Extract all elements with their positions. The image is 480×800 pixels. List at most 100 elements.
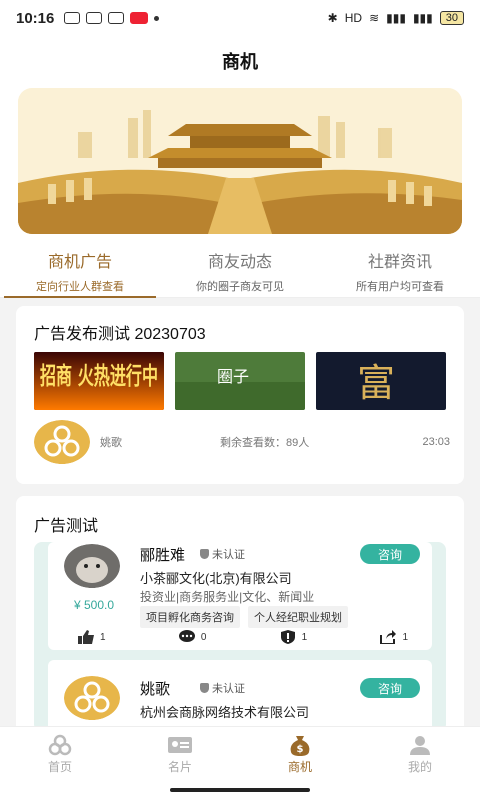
app-notification-icon [130,12,149,24]
page-content: 商机广告 定向行业人群查看 商友动态 你的圈子商友可见 社群资讯 所有用户均可查… [0,86,480,726]
verification-status: 未认证 [200,546,245,562]
status-time: 10:16 [16,9,55,27]
zhaoshang-image: 招商 火热进行中 [34,352,164,410]
company-name: 小茶郦文化(北京)有限公司 [140,571,292,586]
tab-business-ads[interactable]: 商机广告 定向行业人群查看 [0,244,160,298]
service-tag: 项目孵化商务咨询 [140,606,240,628]
like-count: 1 [100,631,106,643]
like-button[interactable]: 1 [78,630,106,644]
nav-label: 名片 [167,760,192,774]
nav-label: 我的 [407,760,432,774]
ad-image-fu[interactable]: 富 [316,352,446,410]
company-name: 杭州会商脉网络技术有限公司 [140,705,310,720]
item-actions: 1 0 1 1 [78,630,408,644]
logo-icon [34,420,90,464]
tab-label: 商机广告 [47,254,112,271]
system-icons: ✱ HD ≋ ▮▮▮ ▮▮▮ 30 [328,11,464,25]
home-icon [48,734,72,756]
svg-text:$: $ [297,744,304,755]
tab-community-news[interactable]: 社群资讯 所有用户均可查看 [320,244,480,297]
hd-icon: HD [344,11,363,25]
verification-label: 未认证 [212,549,245,561]
verification-label: 未认证 [212,683,245,695]
tab-subtitle: 你的圈子商友可见 [196,281,284,293]
shield-icon [200,683,209,693]
ad-image-zhaoshang[interactable]: 招商 火热进行中 [34,352,164,410]
ad-test-title: 广告测试 [34,518,99,535]
service-tag: 个人经纪职业规划 [248,606,348,628]
comment-icon [178,630,195,642]
list-item[interactable]: 郦胜难 未认证 咨询 小茶郦文化(北京)有限公司 投资业|商务服务业|文化、新闻… [48,542,432,650]
report-shield-icon [280,630,295,644]
more-notifications-icon [154,15,160,21]
nav-label: 商机 [287,760,312,774]
logo-icon [64,676,120,720]
system-home-bar [0,782,480,800]
person-name: 姚歌 [140,681,171,698]
chat-icon [108,12,125,24]
category-tabs: 商机广告 定向行业人群查看 商友动态 你的圈子商友可见 社群资讯 所有用户均可查… [0,244,480,298]
cat-photo [64,544,120,588]
tab-friends-updates[interactable]: 商友动态 你的圈子商友可见 [160,244,320,297]
battery-icon: 30 [439,11,464,25]
fu-image: 富 [316,352,446,410]
notification-icons [64,12,160,24]
service-tags: 项目孵化商务咨询 个人经纪职业规划 [140,606,348,628]
report-count: 1 [301,631,308,643]
thumbs-up-icon [78,630,94,644]
author-name: 姚歌 [100,437,122,449]
comment-count: 0 [200,631,207,643]
zhaoshang-text: 招商 火热进行中 [40,362,158,390]
share-button[interactable]: 1 [380,630,408,644]
ad-test-list: 郦胜难 未认证 咨询 小茶郦文化(北京)有限公司 投资业|商务服务业|文化、新闻… [34,542,446,726]
nav-card[interactable]: 名片 [120,727,240,782]
share-count: 1 [402,631,408,643]
wechat-icon [64,12,81,24]
banner-image[interactable] [18,88,462,234]
report-button[interactable]: 1 [280,630,308,644]
tab-subtitle: 定向行业人群查看 [36,281,124,293]
consult-button[interactable]: 咨询 [360,544,420,564]
ad-image-circle[interactable]: 圈子 [175,352,305,410]
nav-label: 首页 [47,760,72,774]
wifi-icon: ≋ [369,11,380,25]
ad-post-images: 招商 火热进行中 圈子 富 [34,352,446,410]
ad-post-card[interactable]: 广告发布测试 20230703 招商 火热进行中 圈子 富 姚歌 剩余查看数：8… [16,306,464,484]
tab-subtitle: 所有用户均可查看 [356,281,444,293]
page-title: 商机 [222,52,258,72]
post-time: 23:03 [422,436,450,448]
industry-list: 投资业|商务服务业|文化、新闻业 [140,590,315,604]
author-avatar[interactable] [34,420,90,464]
comment-button[interactable]: 0 [178,630,207,644]
shield-icon [200,549,209,559]
card-icon [168,737,192,753]
ad-test-card: 广告测试 郦胜难 未认证 咨询 小茶郦文化(北京)有限公司 投资业|商务服务业|… [16,496,464,726]
ad-post-title: 广告发布测试 20230703 [34,326,206,343]
bottom-navigation: 首页 名片 $ 商机 我的 [0,726,480,782]
verification-status: 未认证 [200,680,245,696]
avatar[interactable] [64,544,120,588]
circle-text: 圈子 [217,367,249,386]
nav-mine[interactable]: 我的 [360,727,480,782]
list-item[interactable]: 姚歌 未认证 咨询 杭州会商脉网络技术有限公司 [48,660,432,726]
status-bar: 10:16 ✱ HD ≋ ▮▮▮ ▮▮▮ 30 [0,0,480,36]
home-indicator[interactable] [170,788,310,792]
feed: 广告发布测试 20230703 招商 火热进行中 圈子 富 姚歌 剩余查看数：8… [0,298,480,726]
consult-button[interactable]: 咨询 [360,678,420,698]
circle-image: 圈子 [175,352,305,410]
person-name: 郦胜难 [140,547,186,564]
palace-illustration [18,88,462,234]
price: ¥ 500.0 [74,598,115,612]
fu-text: 富 [357,361,395,405]
signal-icon: ▮▮▮ [386,11,406,25]
money-bag-icon: $ [290,736,310,756]
nav-home[interactable]: 首页 [0,727,120,782]
tab-label: 商友动态 [207,254,272,271]
top-bar: 商机 [0,36,480,86]
remaining-views: 剩余查看数：89人 [220,437,310,449]
ad-post-meta: 姚歌 剩余查看数：89人 23:03 [34,420,450,464]
avatar[interactable] [64,676,120,720]
share-icon [380,630,397,644]
nav-business[interactable]: $ 商机 [240,727,360,782]
mail-icon [86,12,103,24]
